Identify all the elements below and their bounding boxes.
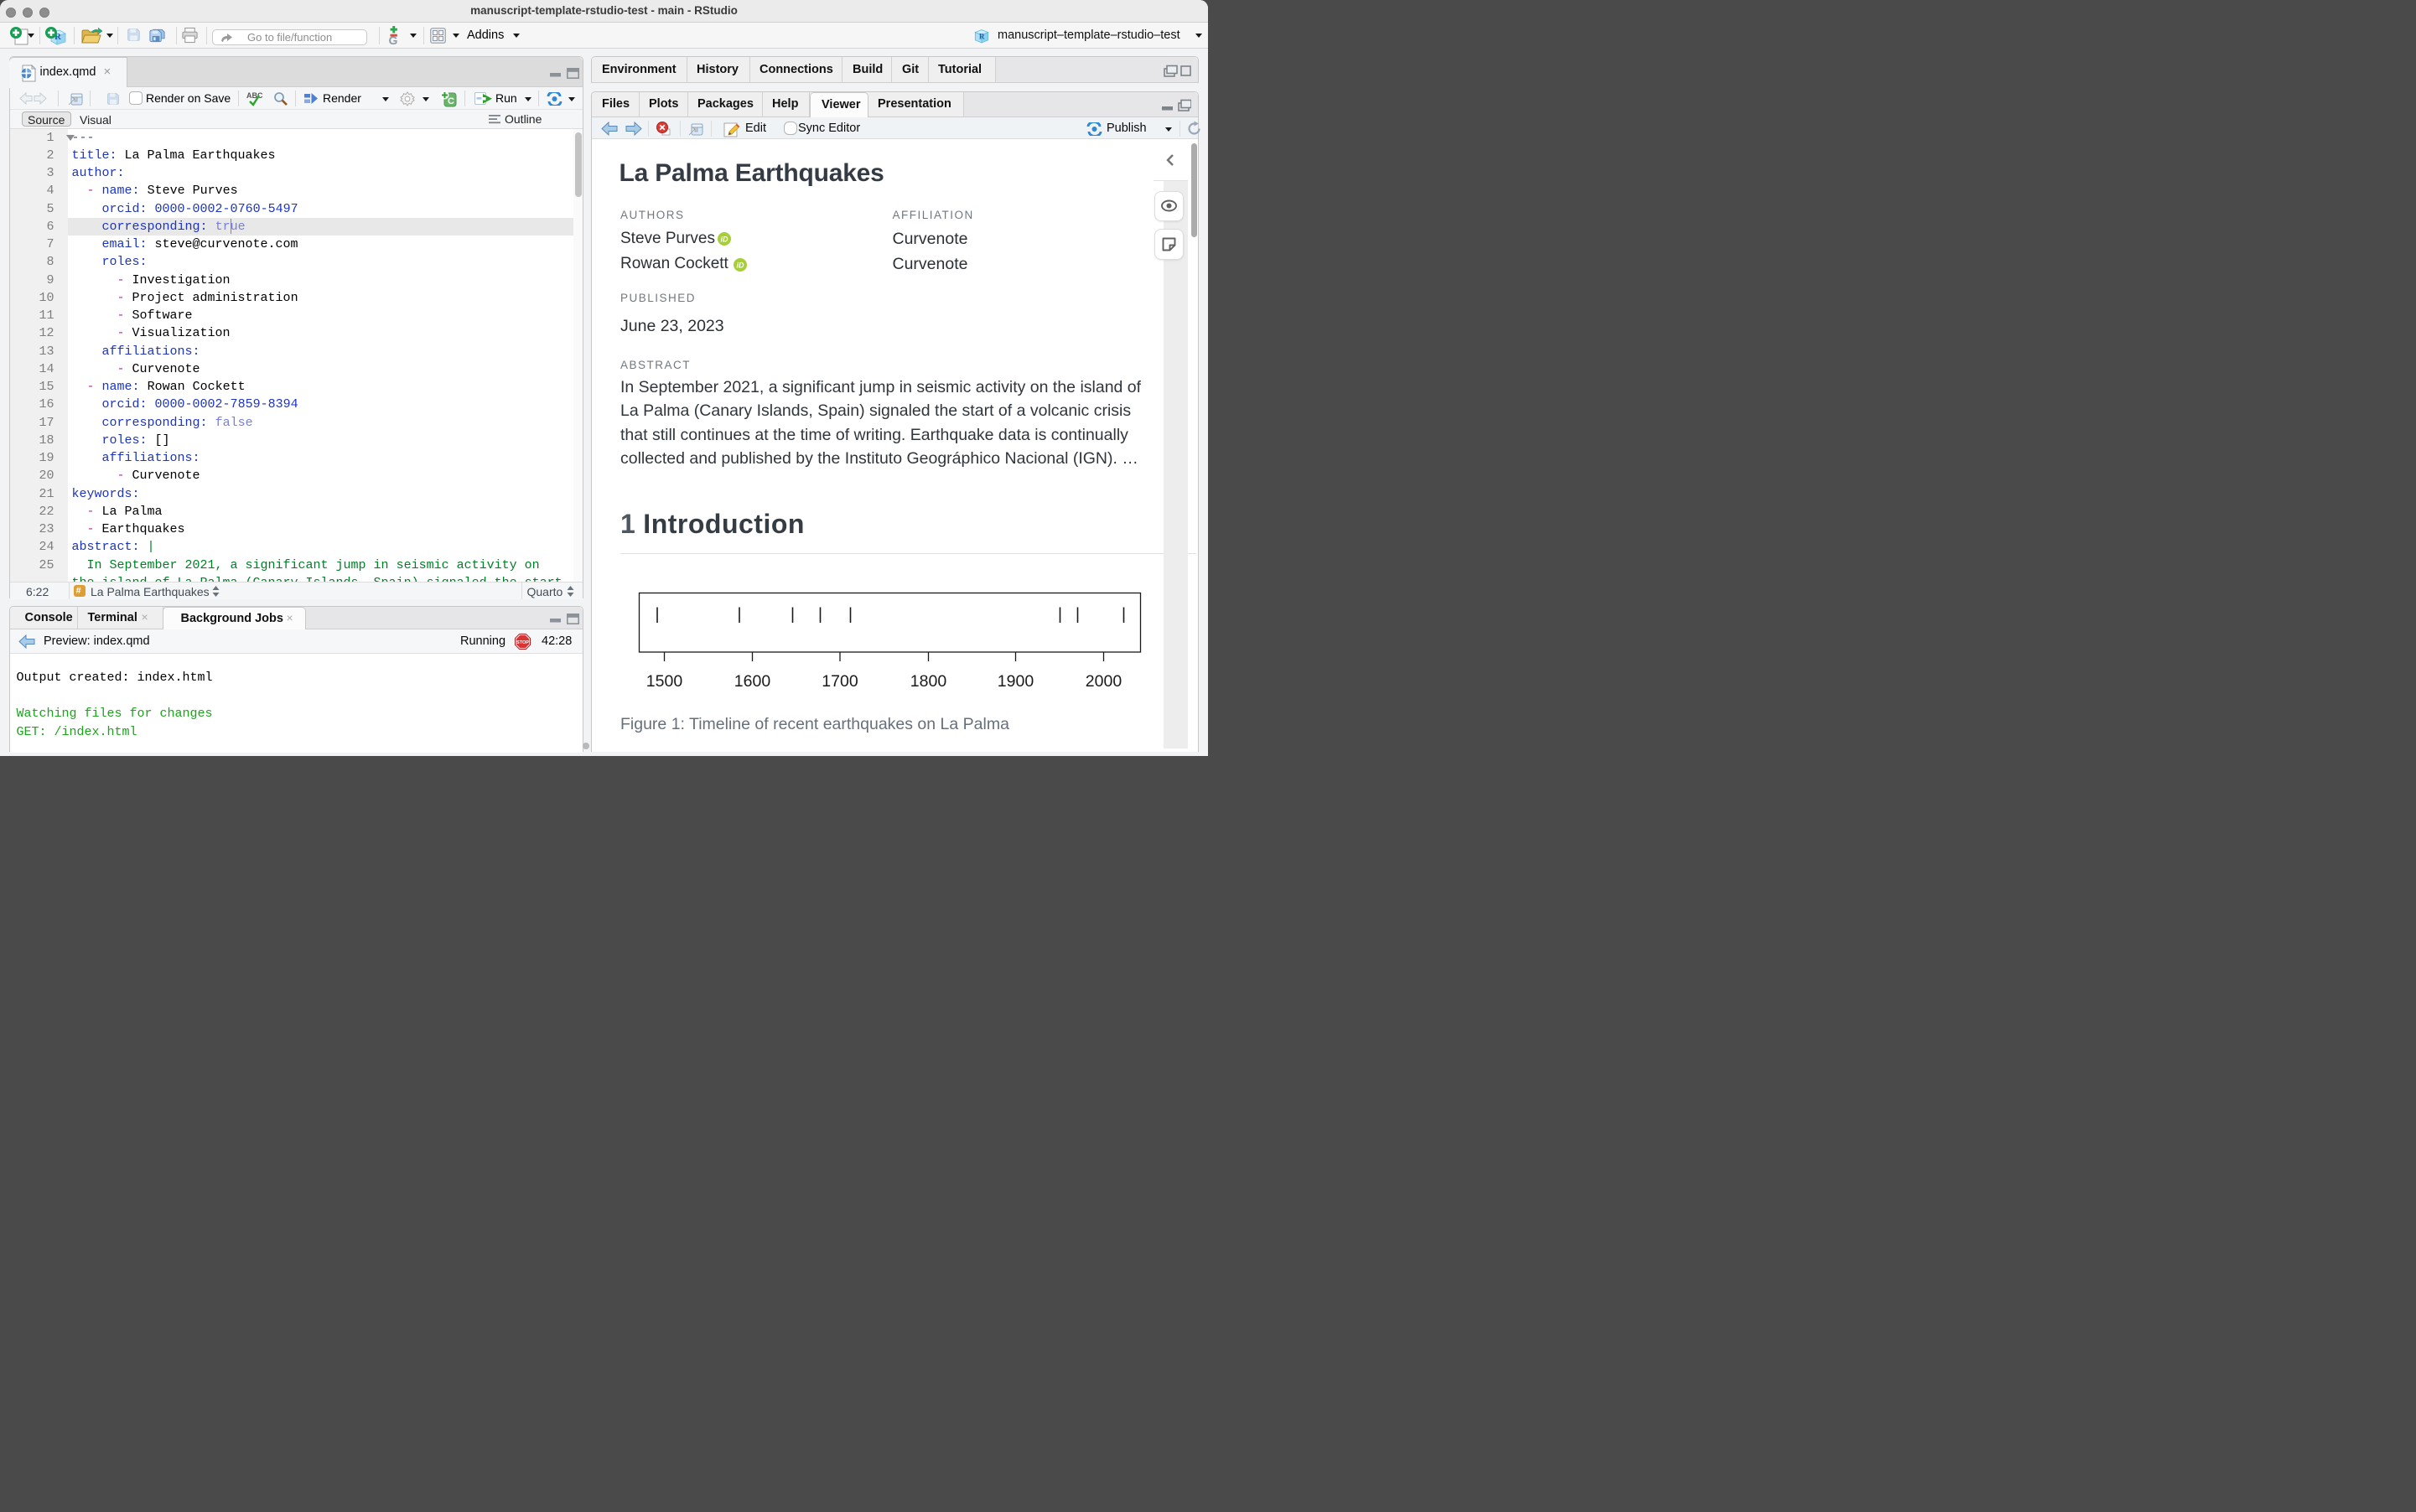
svg-text:1900: 1900 xyxy=(998,672,1034,691)
svg-text:1600: 1600 xyxy=(734,672,771,691)
svg-text:R: R xyxy=(979,32,985,40)
svg-text:iD: iD xyxy=(736,261,744,269)
svg-text:G: G xyxy=(389,34,398,45)
svg-text:1800: 1800 xyxy=(910,672,947,691)
svg-text:1500: 1500 xyxy=(646,672,683,691)
svg-text:iD: iD xyxy=(721,236,729,244)
svg-text:STOP: STOP xyxy=(516,640,529,645)
svg-text:2000: 2000 xyxy=(1086,672,1122,691)
svg-text:C: C xyxy=(448,96,454,106)
svg-text:1700: 1700 xyxy=(822,672,858,691)
svg-text:ABC: ABC xyxy=(246,91,263,100)
